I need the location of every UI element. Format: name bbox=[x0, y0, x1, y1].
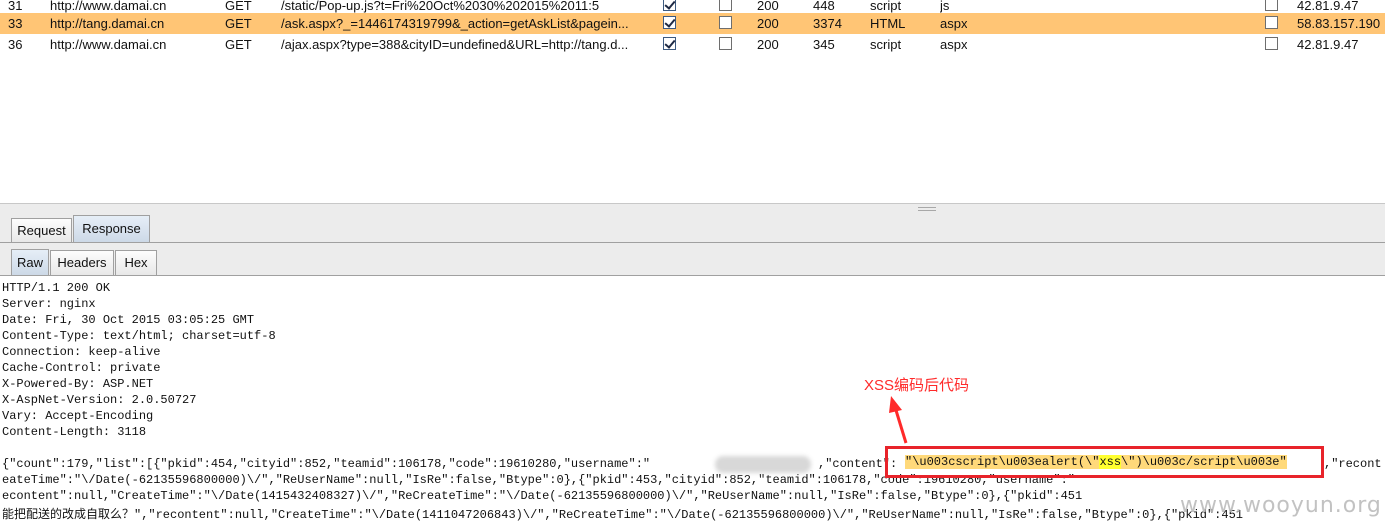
xss-suffix: \")\u003c/script\u003e" bbox=[1121, 455, 1287, 469]
xss-annotation-label: XSS编码后代码 bbox=[864, 377, 970, 394]
watermark: www.wooyun.org bbox=[1180, 493, 1382, 518]
xss-word: xss bbox=[1099, 455, 1122, 469]
xss-prefix: "\u003cscript\u003ealert(\" bbox=[905, 455, 1100, 469]
xss-encoded-payload: "\u003cscript\u003ealert(\"xss\")\u003c/… bbox=[905, 455, 1287, 469]
